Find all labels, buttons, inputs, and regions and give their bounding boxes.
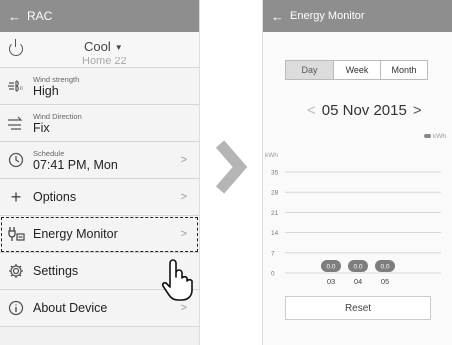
about-device-label: About Device [33,301,108,315]
app-bar: ← Energy Monitor [263,0,452,32]
options-item[interactable]: + Options > [0,179,199,216]
chevron-right-icon: > [180,228,187,240]
wind-strength-value: High [33,83,59,98]
fan-icon: ll [7,77,25,95]
tab-week[interactable]: Week [333,61,380,79]
energy-chart: kWh kWh 0 7 14 21 28 35 0.0 03 0.0 04 0.0 05 [265,133,446,286]
chevron-right-icon [216,140,248,194]
app-title: RAC [27,9,53,23]
power-icon[interactable] [9,39,23,56]
wind-direction-label: Wind Direction [33,111,82,121]
previous-date-icon[interactable]: < [307,102,316,119]
y-tick-label: 14 [271,230,279,237]
chevron-right-icon: > [180,302,187,314]
wind-direction-value: Fix [33,120,50,135]
y-tick-label: 28 [271,190,279,197]
date-navigator: < 05 Nov 2015 > [301,102,428,119]
legend-swatch [424,134,431,138]
back-arrow-icon[interactable]: ← [8,9,21,24]
device-name: Home 22 [82,57,127,67]
energy-monitor-item[interactable]: Energy Monitor > [0,216,199,253]
y-tick-label: 21 [271,210,279,217]
current-date: 05 Nov 2015 [321,102,407,119]
plus-icon: + [10,186,22,207]
schedule-label: Schedule [33,148,65,158]
y-tick-label: 0 [271,271,275,278]
x-tick-label: 04 [354,277,362,286]
energy-monitor-label: Energy Monitor [33,227,118,241]
plug-icon [7,225,25,243]
tab-month[interactable]: Month [380,61,427,79]
x-tick-label: 05 [381,277,389,286]
legend-label: kWh [433,133,446,140]
svg-text:ll: ll [20,86,23,92]
data-label: 0.0 [326,264,335,271]
schedule-item[interactable]: Schedule 07:41 PM, Mon > [0,142,199,179]
tab-day[interactable]: Day [286,61,333,79]
chevron-right-icon: > [180,154,187,166]
chevron-right-icon: > [180,191,187,203]
wind-direction-icon [7,114,25,132]
period-tabs: Day Week Month [285,60,428,80]
x-tick-label: 03 [327,277,335,286]
data-label: 0.0 [380,264,389,271]
wind-strength-item[interactable]: ll Wind strength High [0,68,199,105]
next-date-icon[interactable]: > [413,102,422,119]
gear-icon [7,262,25,280]
mode-row: Cool ▼ Home 22 [0,32,199,68]
screen-title: Energy Monitor [290,10,365,22]
mode-dropdown[interactable]: Cool ▼ [84,39,123,54]
schedule-value: 07:41 PM, Mon [33,157,118,172]
wind-direction-item[interactable]: Wind Direction Fix [0,105,199,142]
tap-hand-icon [161,259,193,301]
clock-icon [7,151,25,169]
settings-label: Settings [33,264,79,278]
options-label: Options [33,190,77,204]
y-tick-label: 35 [271,170,279,177]
app-bar: ← RAC [0,0,199,32]
reset-button[interactable]: Reset [285,296,431,320]
energy-monitor-screen: ← Energy Monitor Day Week Month < 05 Nov… [262,0,452,345]
y-tick-label: 7 [271,250,275,257]
y-axis-label: kWh [265,152,278,159]
wind-strength-label: Wind strength [33,74,80,84]
data-label: 0.0 [353,264,362,271]
back-arrow-icon[interactable]: ← [271,9,284,24]
info-icon [7,299,25,317]
